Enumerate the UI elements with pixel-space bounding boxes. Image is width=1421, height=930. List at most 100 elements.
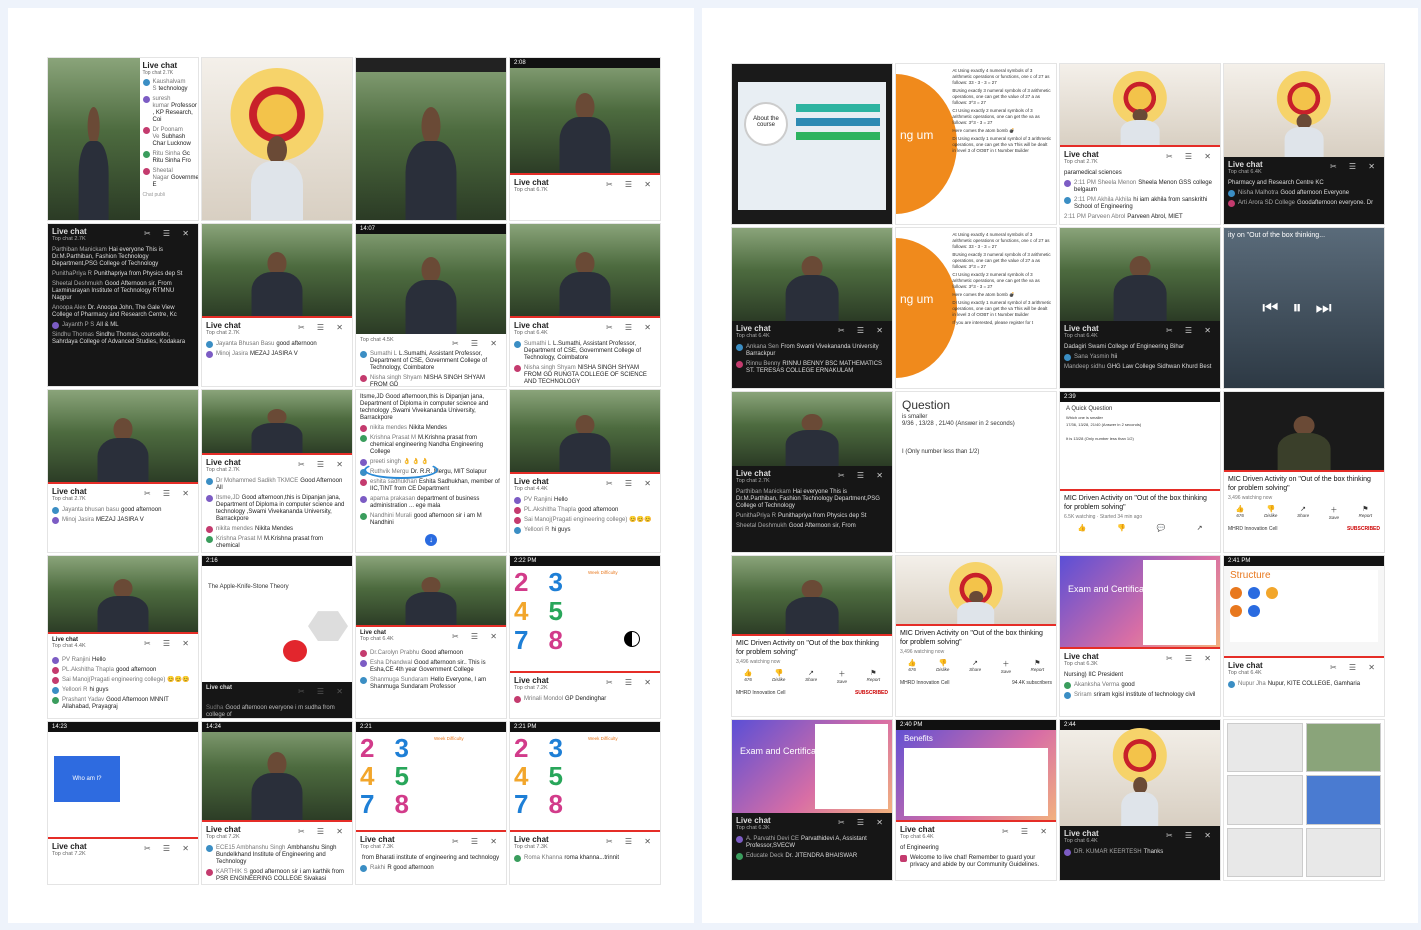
like-icon[interactable]: 👍 [1077,524,1086,532]
chat-controls[interactable]: ✂ ☰ ✕ [1002,827,1052,836]
benefits-slide: 2:40 PM Benefits [896,720,1056,823]
chat-message: Dr Mohammed Sadikh TKMCE Good Afternoon A… [206,477,348,492]
report-button[interactable]: ⚑ Report [1359,505,1373,520]
hexagon-graphic [308,611,348,642]
chat-controls[interactable]: ✂ ☰ ✕ [144,489,194,498]
chat-message: Nursing) IIC President [1064,671,1124,678]
status-bar: 2:22 PM [510,556,660,566]
chat-message: Shanmuga Sundaram Hello Everyone, I am Sh… [360,677,502,691]
chat-controls[interactable]: ✂ ☰ ✕ [144,639,194,648]
tile-l19: 2:21 234578 Week Difficulty Live chat To… [356,722,506,884]
player-controls[interactable]: ⏮⏸⏭ [1262,298,1345,319]
video-feed [356,556,506,628]
chat-controls[interactable]: ✂ ☰ ✕ [452,837,502,846]
report-button[interactable]: ⚑ Report [867,669,881,684]
chat-controls[interactable]: ✂ ☰ ✕ [606,837,656,846]
chat-message: of Engineering [900,845,939,852]
report-button[interactable]: ⚑ Report [1031,659,1045,674]
chat-controls[interactable]: ✂ ☰ ✕ [1166,831,1216,840]
save-button[interactable]: ＋ Save [1001,659,1011,674]
chat-controls[interactable]: ✂ ☰ ✕ [144,229,194,238]
live-chat-header: Live chat Top chat 7.2K ✂ ☰ ✕ [52,841,194,857]
avatar [360,677,367,685]
tile-r19: 2:44 Live chat Top chat 6.4K ✂ ☰ ✕ DR. K… [1060,720,1220,880]
subscribe-button[interactable]: SUBSCRIBED [855,690,888,696]
like-button[interactable]: 👍 676 [744,669,753,684]
who-am-i-card: Who am I? [54,756,120,802]
chat-controls[interactable]: ✂ ☰ ✕ [838,326,888,335]
comment-icon[interactable]: 💬 [1157,524,1166,532]
slide-content: 2:21 PM 234578 Week Difficulty [510,722,660,833]
chat-controls[interactable]: ✂ ☰ ✕ [606,479,656,488]
like-button[interactable]: 👍 676 [1236,505,1245,520]
chat-controls[interactable]: ✂ ☰ ✕ [298,687,348,696]
chat-controls[interactable]: ✂ ☰ ✕ [1166,152,1216,161]
dislike-icon[interactable]: 👎 [1117,524,1126,532]
chat-message: 2:11 PM Akhila Akhila hi iam akhila from … [1064,197,1216,211]
chat-controls[interactable]: ✂ ☰ ✕ [298,323,348,332]
share-button[interactable]: ↗ Share [805,669,817,684]
share-button[interactable]: ↗ Share [969,659,981,674]
dislike-button[interactable]: 👎 Dislike [936,659,949,674]
dislike-button[interactable]: 👎 Dislike [772,669,785,684]
video-feed: 14:07 [356,224,506,335]
chat-controls[interactable]: ✂ ☰ ✕ [452,339,502,348]
chat-controls[interactable]: ✂ ☰ ✕ [1330,663,1380,672]
save-button[interactable]: ＋ Save [1329,505,1339,520]
chat-message: Educate Deck Dr. JITENDRA BHAISWAR [736,852,888,860]
avatar [1064,180,1071,188]
live-chat-header: Live chat ✂ ☰ ✕ Sudha Good afternoon ever… [202,682,352,718]
tile-r11: 2:39 A Quick Question Which one is small… [1060,392,1220,552]
number-puzzle: 234578 [514,567,563,655]
chat-message: PV Ranjini Hello [514,497,656,505]
video-player[interactable]: ity on "Out of the box thinking... ⏮⏸⏭ [1224,228,1384,388]
chat-controls[interactable]: ✂ ☰ ✕ [298,460,348,469]
share-icon[interactable]: ↗ [1197,524,1203,532]
chat-message: paramedical sciences [1064,170,1122,177]
chat-controls[interactable]: ✂ ☰ ✕ [606,678,656,687]
left-screenshot-grid: Live chat Top chat 2.7K Kaushalvam Stech… [48,58,660,884]
avatar [206,869,213,877]
chat-controls[interactable]: ✂ ☰ ✕ [452,632,502,641]
youtube-icon [900,855,907,863]
scroll-down-button[interactable]: ↓ [425,534,437,546]
chat-controls[interactable]: ✂ ☰ ✕ [144,844,194,853]
course-slide: About the course [738,82,886,210]
share-button[interactable]: ↗ Share [1297,505,1309,520]
avatar [52,506,59,514]
avatar [360,425,367,432]
chat-input[interactable]: Chat publi [143,192,196,198]
chat-controls[interactable]: ✂ ☰ ✕ [838,471,888,480]
subscribe-button[interactable]: SUBSCRIBED [1347,526,1380,532]
left-collage-panel: Live chat Top chat 2.7K Kaushalvam Stech… [8,8,694,923]
avatar [1064,848,1071,856]
chat-controls[interactable]: ✂ ☰ ✕ [1166,326,1216,335]
save-button[interactable]: ＋ Save [837,669,847,684]
chat-controls[interactable]: ✂ ☰ ✕ [1330,162,1380,171]
chat-controls[interactable]: ✂ ☰ ✕ [838,818,888,827]
video-title-overlay: ity on "Out of the box thinking... [1228,232,1326,239]
chat-controls[interactable]: ✂ ☰ ✕ [606,180,656,189]
slide-notes: Week Difficulty [588,570,618,575]
chat-controls[interactable]: ✂ ☰ ✕ [606,323,656,332]
chat-message: Mandeep sidhu GHG Law College Sidhwan Khu… [1064,363,1212,370]
chat-message: Sheetal NagarGovernment E [142,168,198,189]
video-title: MIC Driven Activity on "Out of the box t… [1228,476,1371,492]
video-feed [1224,392,1384,472]
chat-message: Ritu Sinha Gc Ritu Sinha Fro [142,151,196,165]
chat-controls[interactable]: ✂ ☰ ✕ [1166,654,1216,663]
right-screenshot-grid: About the course ng um At Using exactly … [732,64,1384,880]
exam-slide: Exam and Certification [732,720,892,813]
chat-controls[interactable]: ✂ ☰ ✕ [298,827,348,836]
avatar [142,96,150,103]
dislike-button[interactable]: 👎 Dislike [1264,505,1277,520]
chat-message: Yelloori Rhi guys [514,527,656,535]
chat-message: nikita mendes Nikita Mendes [360,425,502,432]
like-button[interactable]: 👍 676 [908,659,917,674]
avatar [514,527,521,535]
video-title: MIC Driven Activity on "Out of the box t… [736,640,879,656]
slide-title: A Quick Question [1066,406,1113,412]
avatar [360,459,367,466]
chat-message: Krishna Prasat M M.Krishna prasat from ch… [360,435,502,456]
video-feed: About the course [732,64,892,224]
